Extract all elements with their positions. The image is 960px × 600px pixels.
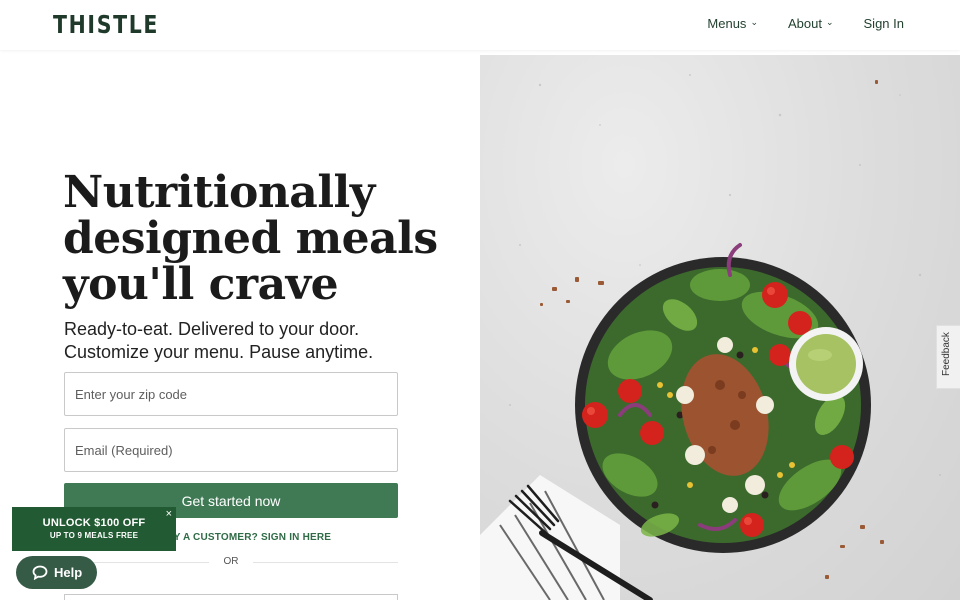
- email-input[interactable]: [64, 428, 398, 472]
- nav-menus[interactable]: Menus ⌄: [707, 16, 758, 31]
- nav-about-label: About: [787, 16, 822, 31]
- hero-subtitle: Ready-to-eat. Delivered to your door. Cu…: [64, 318, 464, 364]
- salad-bowl-image: Feedback: [480, 55, 960, 600]
- promo-banner[interactable]: UNLOCK $100 OFF UP TO 9 MEALS FREE ×: [12, 507, 176, 551]
- zip-code-input[interactable]: [64, 372, 398, 416]
- close-icon[interactable]: ×: [166, 508, 172, 520]
- hero-title-line: designed meals: [63, 213, 438, 264]
- help-button[interactable]: Help: [16, 556, 97, 589]
- divider-line: [253, 562, 398, 563]
- main-nav: Menus ⌄ About ⌄ Sign In: [707, 16, 904, 31]
- hero-title-line: Nutritionally: [63, 167, 375, 218]
- promo-headline: UNLOCK $100 OFF: [42, 517, 146, 529]
- hero-title-line: you'll crave: [63, 259, 339, 310]
- thistle-logo[interactable]: THISTLE: [53, 10, 159, 39]
- nav-menus-label: Menus: [707, 16, 747, 31]
- site-header: THISTLE Menus ⌄ About ⌄ Sign In: [0, 0, 960, 50]
- chevron-down-icon: ⌄: [825, 17, 834, 27]
- feedback-tab[interactable]: Feedback: [936, 325, 960, 389]
- secondary-field[interactable]: [64, 594, 398, 600]
- chevron-down-icon: ⌄: [750, 17, 758, 27]
- promo-subline: UP TO 9 MEALS FREE: [49, 531, 139, 540]
- chat-bubble-icon: [32, 565, 48, 580]
- or-divider: OR: [64, 556, 398, 570]
- hero-subtitle-line: Ready-to-eat. Delivered to your door.: [64, 319, 360, 339]
- nav-sign-in[interactable]: Sign In: [864, 16, 904, 31]
- nav-about[interactable]: About ⌄: [788, 16, 834, 31]
- salad-illustration: [480, 74, 941, 600]
- feedback-label: Feedback: [941, 332, 952, 376]
- hero-title: Nutritionally designed meals you'll crav…: [63, 170, 463, 308]
- nav-sign-in-label: Sign In: [863, 16, 904, 31]
- help-label: Help: [54, 565, 83, 580]
- hero-subtitle-line: Customize your menu. Pause anytime.: [64, 342, 374, 362]
